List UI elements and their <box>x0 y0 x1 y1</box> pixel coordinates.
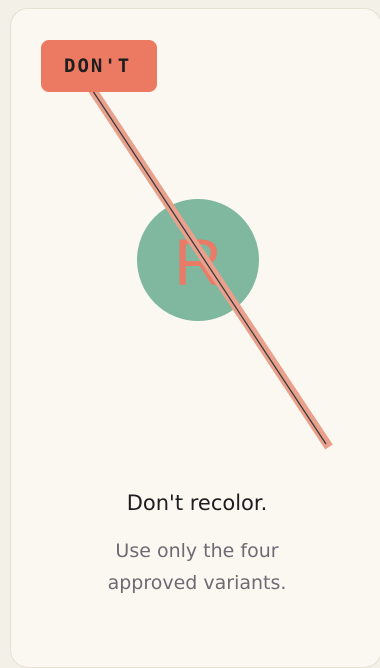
logo-letter: R <box>174 225 222 299</box>
dont-recolor-card: R DON'T Don't recolor. Use only the four… <box>10 8 380 668</box>
dont-badge: DON'T <box>41 40 157 92</box>
card-description: Use only the four approved variants. <box>107 540 287 594</box>
card-title: Don't recolor. <box>126 491 268 515</box>
recolored-logo-example: R <box>137 199 259 321</box>
